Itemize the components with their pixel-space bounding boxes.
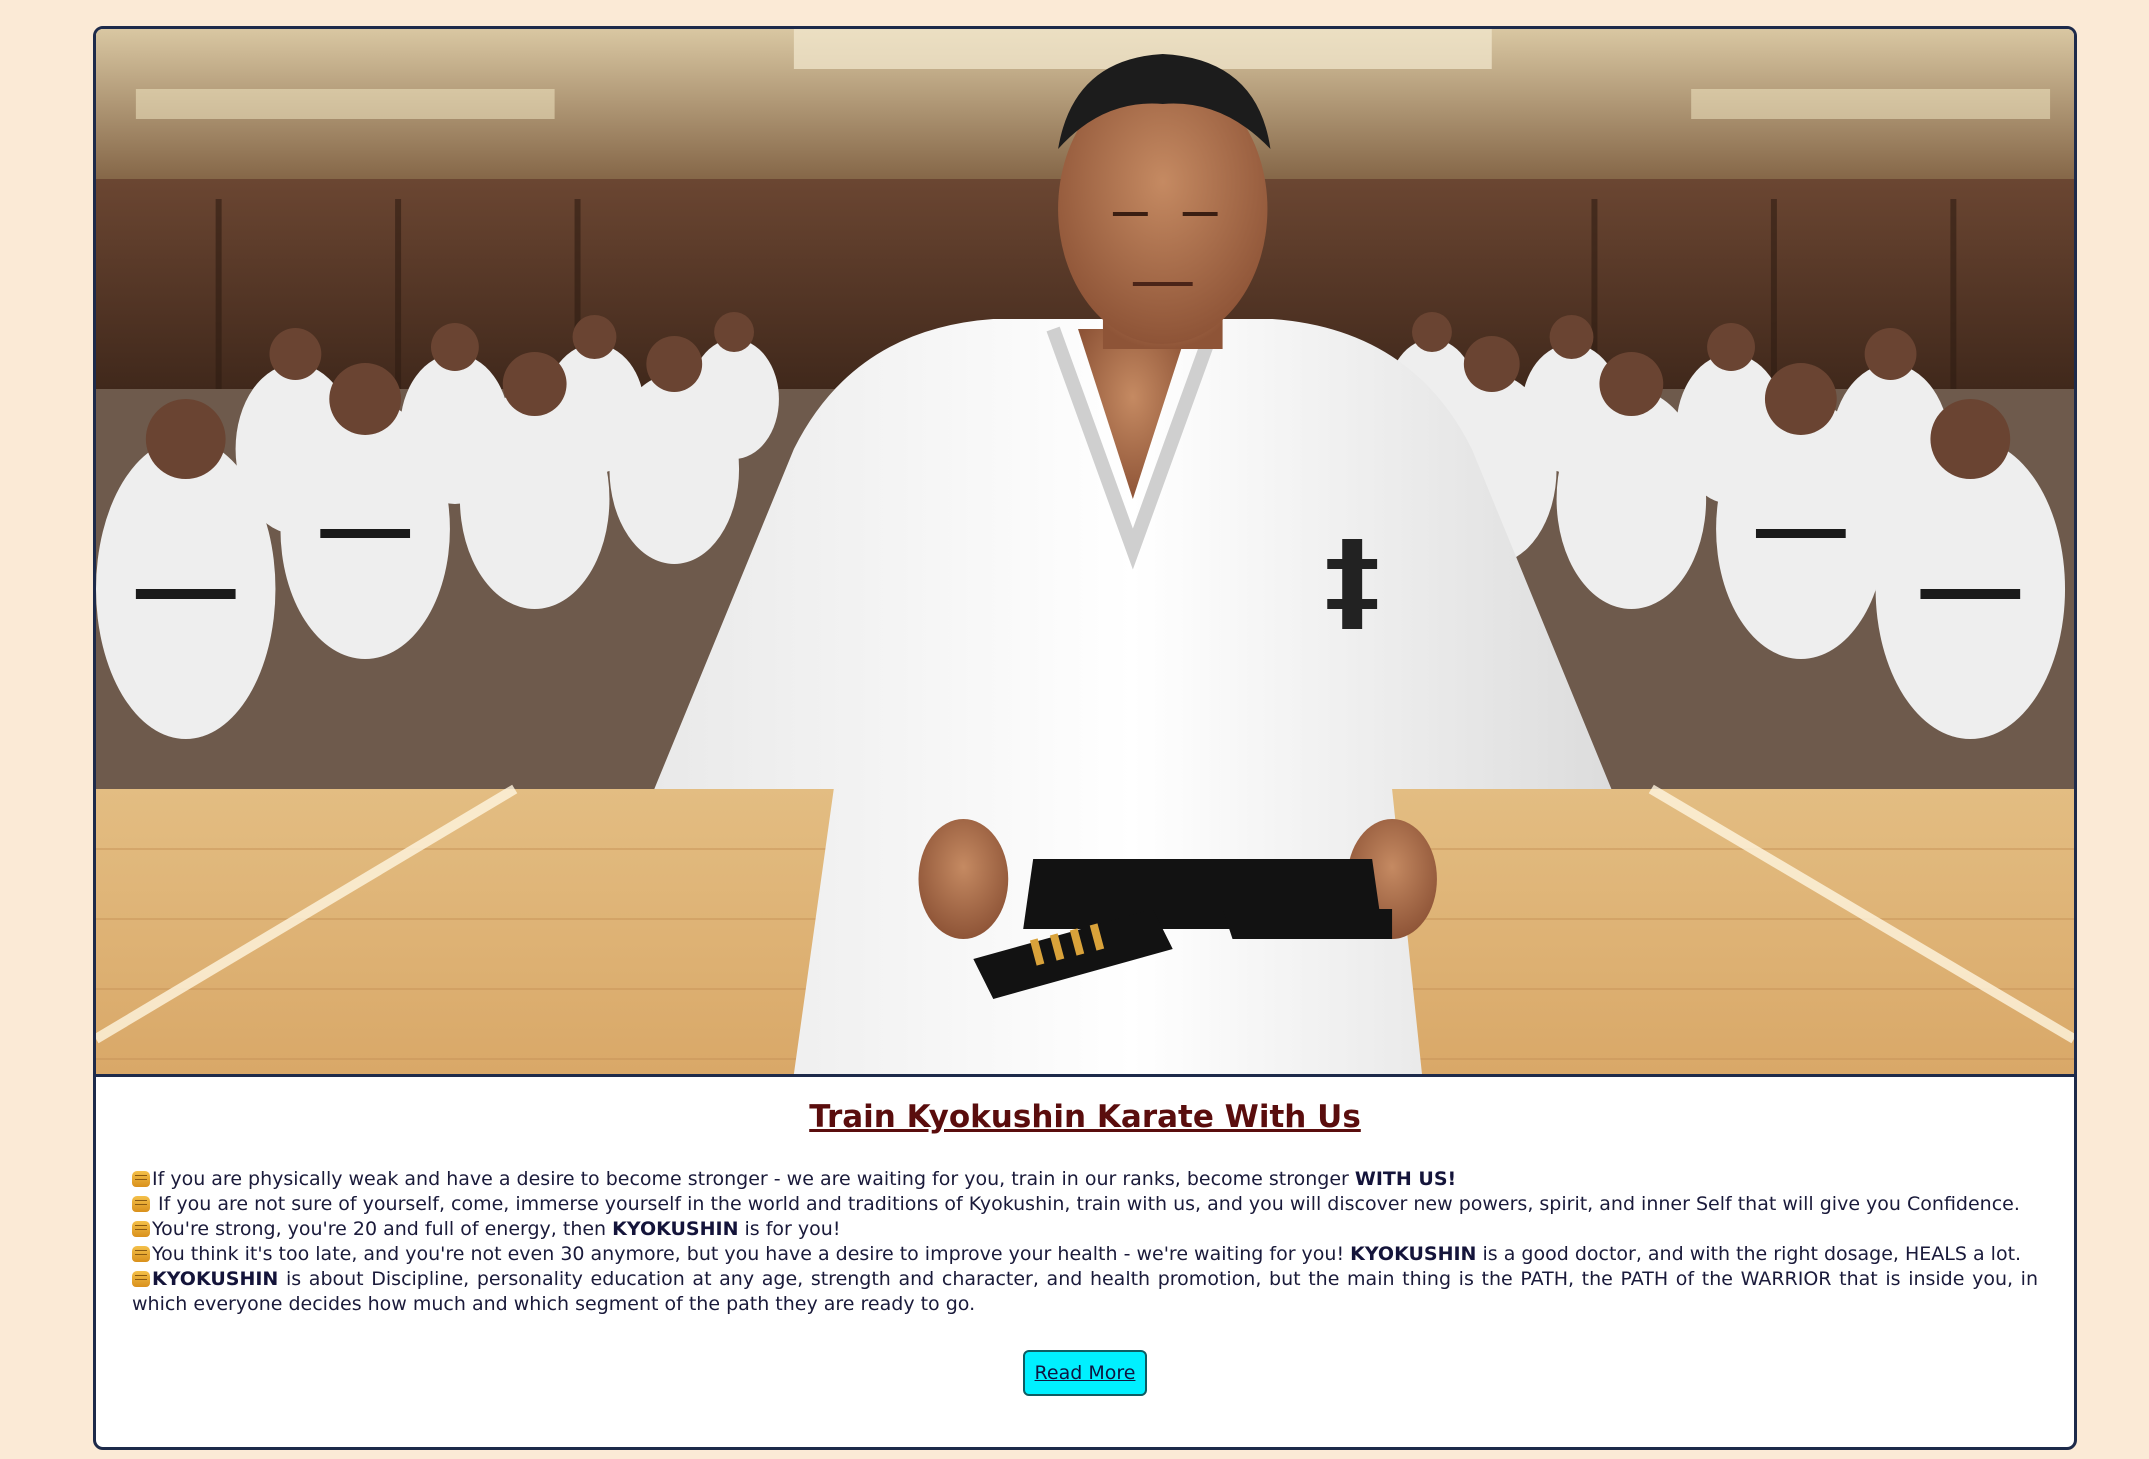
- fist-emoji-icon: [132, 1171, 150, 1187]
- paragraph-3: You're strong, you're 20 and full of ene…: [132, 1217, 2038, 1242]
- paragraph-4-emphasis: KYOKUSHIN: [1350, 1243, 1477, 1265]
- paragraph-2: If you are not sure of yourself, come, i…: [132, 1192, 2038, 1217]
- paragraph-4-text-end: is a good doctor, and with the right dos…: [1476, 1243, 2022, 1265]
- article-card: Train Kyokushin Karate With Us If you ar…: [93, 26, 2077, 1450]
- paragraph-1: If you are physically weak and have a de…: [132, 1167, 2038, 1192]
- fist-emoji-icon: [132, 1271, 150, 1287]
- paragraph-5: KYOKUSHIN is about Discipline, personali…: [132, 1267, 2038, 1317]
- article-title: Train Kyokushin Karate With Us: [809, 1099, 1361, 1135]
- paragraph-1-text: If you are physically weak and have a de…: [152, 1168, 1355, 1190]
- hero-image: [96, 29, 2074, 1077]
- paragraph-3-text: You're strong, you're 20 and full of ene…: [152, 1218, 613, 1240]
- paragraph-3-text-end: is for you!: [738, 1218, 841, 1240]
- paragraph-4: You think it's too late, and you're not …: [132, 1242, 2038, 1267]
- fist-emoji-icon: [132, 1221, 150, 1237]
- dojo-photo-illustration: [96, 29, 2074, 1074]
- paragraph-5-text: is about Discipline, personality educati…: [132, 1268, 2038, 1315]
- fist-emoji-icon: [132, 1196, 150, 1212]
- fist-emoji-icon: [132, 1246, 150, 1262]
- read-more-container: Read More: [132, 1350, 2038, 1396]
- paragraph-1-emphasis: WITH US!: [1354, 1168, 1457, 1190]
- paragraph-4-text: You think it's too late, and you're not …: [152, 1243, 1351, 1265]
- paragraph-2-text: If you are not sure of yourself, come, i…: [152, 1193, 2020, 1215]
- article-content: Train Kyokushin Karate With Us If you ar…: [96, 1077, 2074, 1396]
- read-more-button[interactable]: Read More: [1022, 1350, 1148, 1396]
- paragraph-3-emphasis: KYOKUSHIN: [612, 1218, 739, 1240]
- paragraph-5-emphasis: KYOKUSHIN: [152, 1268, 279, 1290]
